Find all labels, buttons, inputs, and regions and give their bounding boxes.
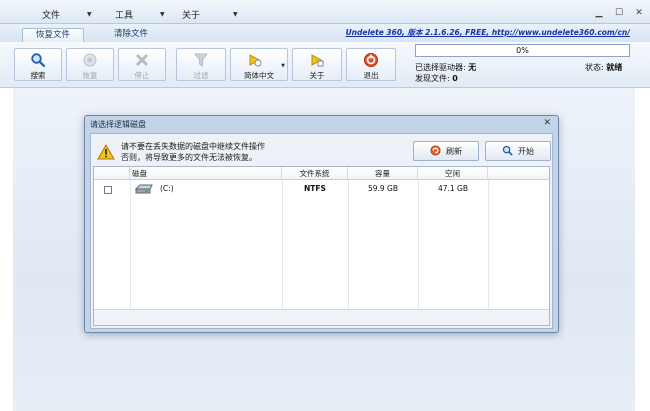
start-icon	[502, 145, 513, 158]
refresh-icon	[430, 144, 441, 158]
warning-line-1: 请不要在丢失数据的磁盘中继续文件操作	[121, 142, 265, 151]
drive-icon	[134, 180, 154, 196]
column-divider	[282, 180, 283, 310]
chevron-down-icon: ▼	[233, 10, 238, 18]
start-button[interactable]: 开始	[485, 141, 551, 161]
language-label: 简体中文	[244, 71, 274, 80]
dialog-body: 请不要在丢失数据的磁盘中继续文件操作 否则，将导致更多的文件无法被恢复。 刷新 …	[90, 133, 553, 329]
state-status: 状态: 就绪	[585, 62, 622, 73]
window-controls: ▁ ☐ ✕	[594, 8, 644, 18]
column-divider	[348, 180, 349, 310]
refresh-button[interactable]: 刷新	[413, 141, 479, 161]
search-icon	[30, 52, 46, 68]
header-free[interactable]: 空闲	[418, 167, 488, 180]
tab-recover-files[interactable]: 恢复文件	[22, 28, 84, 42]
chevron-down-icon: ▼	[87, 10, 92, 18]
table-header: 磁盘 文件系统 容量 空闲	[94, 167, 549, 180]
close-icon[interactable]: ✕	[634, 8, 644, 18]
menu-about[interactable]: 关于 ▼	[182, 7, 238, 21]
menu-about-label: 关于	[182, 10, 201, 21]
language-dropdown[interactable]: 简体中文 ▼	[230, 48, 288, 81]
progress-bar: 0%	[415, 44, 630, 57]
row-disk: (C:)	[160, 184, 174, 193]
recover-label: 恢复	[82, 71, 98, 80]
maximize-icon[interactable]: ☐	[614, 8, 624, 18]
tab-wipe-files[interactable]: 清除文件	[100, 28, 162, 42]
about-icon	[309, 52, 325, 68]
stop-icon	[134, 52, 150, 68]
selected-drive-label: 已选择驱动器:	[415, 63, 466, 72]
disk-table: 磁盘 文件系统 容量 空闲 (C:) NTFS 59.9 GB 47.1 GB	[93, 166, 550, 326]
filter-icon	[193, 52, 209, 68]
horizontal-scrollbar[interactable]	[94, 309, 549, 325]
recover-button[interactable]: 恢复	[66, 48, 114, 81]
state-value: 就绪	[606, 63, 623, 72]
filter-button[interactable]: 过滤	[176, 48, 226, 81]
brand-link[interactable]: Undelete 360, 版本 2.1.6.26, FREE, http://…	[346, 27, 630, 38]
search-label: 搜索	[30, 71, 46, 80]
menu-bar: 文件 ▼ 工具 ▼ 关于 ▼ ▁ ☐ ✕	[0, 0, 650, 24]
language-icon	[247, 52, 263, 68]
about-button[interactable]: 关于	[292, 48, 342, 81]
warning-line-2: 否则，将导致更多的文件无法被恢复。	[121, 153, 257, 162]
selected-drive-value: 无	[468, 63, 477, 72]
header-checkbox-column	[94, 167, 130, 180]
stop-label: 停止	[134, 71, 150, 80]
found-files-value: 0	[452, 74, 458, 83]
row-free: 47.1 GB	[437, 184, 469, 193]
stop-button[interactable]: 停止	[118, 48, 166, 81]
exit-label: 退出	[363, 71, 379, 80]
close-icon[interactable]: ✕	[543, 118, 551, 128]
column-divider	[418, 180, 419, 310]
exit-button[interactable]: 退出	[346, 48, 396, 81]
menu-tools[interactable]: 工具 ▼	[115, 7, 165, 21]
row-filesystem: NTFS	[304, 184, 326, 193]
row-capacity: 59.9 GB	[367, 184, 399, 193]
refresh-label: 刷新	[446, 146, 462, 156]
workspace-edge-right	[635, 88, 650, 411]
menu-tools-label: 工具	[115, 10, 134, 21]
menu-file[interactable]: 文件 ▼	[42, 7, 92, 21]
header-disk[interactable]: 磁盘	[130, 167, 282, 180]
state-label: 状态:	[585, 63, 604, 72]
column-divider	[488, 180, 489, 310]
chevron-down-icon: ▼	[281, 63, 285, 69]
search-button[interactable]: 搜索	[14, 48, 62, 81]
menu-file-label: 文件	[42, 10, 61, 21]
workspace-edge-left	[0, 88, 13, 411]
column-divider	[130, 180, 131, 310]
progress-text: 0%	[516, 46, 529, 55]
exit-icon	[363, 52, 379, 68]
chevron-down-icon: ▼	[160, 10, 165, 18]
warning-icon	[97, 143, 115, 163]
selected-drive-status: 已选择驱动器: 无	[415, 62, 476, 73]
warning-message: 请不要在丢失数据的磁盘中继续文件操作 否则，将导致更多的文件无法被恢复。	[121, 141, 265, 163]
table-row[interactable]: (C:) NTFS 59.9 GB 47.1 GB	[94, 181, 549, 197]
about-label: 关于	[309, 71, 325, 80]
recover-icon	[82, 52, 98, 68]
header-capacity[interactable]: 容量	[348, 167, 418, 180]
minimize-icon[interactable]: ▁	[594, 8, 604, 18]
select-disk-dialog: 请选择逻辑磁盘 ✕ 请不要在丢失数据的磁盘中继续文件操作 否则，将导致更多的文件…	[84, 115, 559, 333]
header-filesystem[interactable]: 文件系统	[282, 167, 348, 180]
dialog-title: 请选择逻辑磁盘	[90, 120, 146, 129]
found-files-status: 发现文件: 0	[415, 73, 458, 84]
filter-label: 过滤	[193, 71, 209, 80]
found-files-label: 发现文件:	[415, 74, 450, 83]
row-checkbox[interactable]	[104, 186, 112, 194]
start-label: 开始	[518, 146, 534, 156]
